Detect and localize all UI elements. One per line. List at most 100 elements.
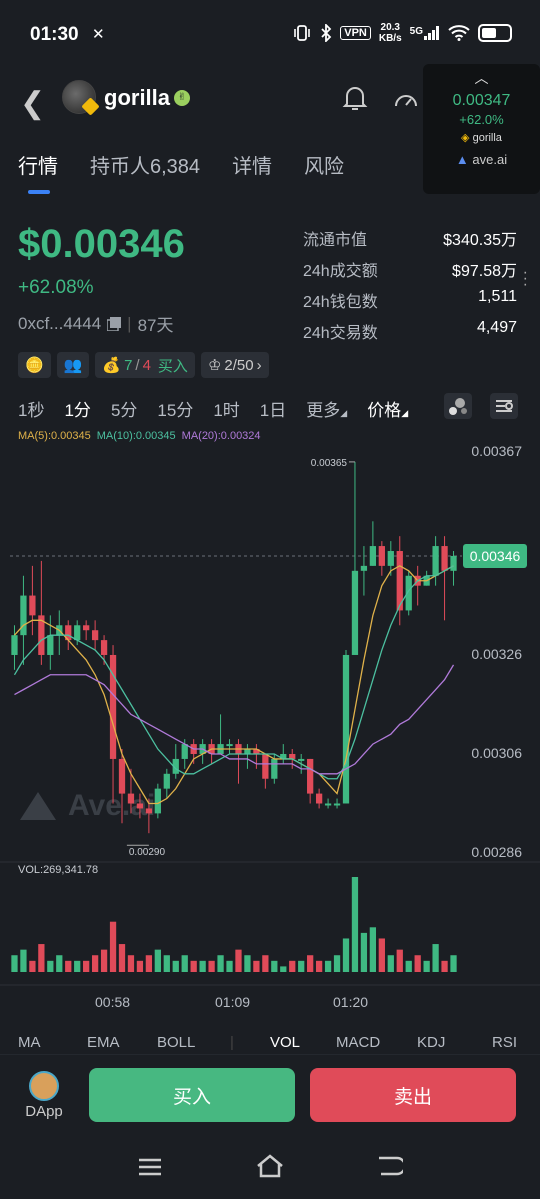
caret-icon: ◢ (340, 408, 348, 418)
candle-body (163, 773, 170, 789)
status-bar: 01:30 ✕ VPN 20.3 KB/s 5G (0, 0, 540, 70)
vpn-badge: VPN (340, 26, 371, 40)
candle-body (351, 570, 359, 655)
volume-bar (163, 955, 170, 972)
candle-body (333, 803, 341, 806)
ma10-line (13, 565, 454, 780)
indicator-ma[interactable]: MA (18, 1034, 41, 1051)
candle-body (244, 749, 251, 754)
y-axis-tick: 0.00326 (471, 646, 522, 662)
signal-5g-icon: 5G (410, 26, 440, 40)
sell-button[interactable]: 卖出 (310, 1068, 516, 1122)
candle-body (145, 808, 153, 814)
token-avatar (62, 80, 100, 116)
contract-address-row: 0xcf...4444 | 87天 (18, 311, 174, 336)
coins-badge[interactable]: 🪙 (18, 352, 51, 378)
collapse-chevron-icon[interactable]: ︿ (423, 68, 540, 88)
dapp-button[interactable]: DApp (20, 1067, 68, 1120)
volume-bar (56, 955, 63, 972)
copy-icon[interactable] (107, 316, 122, 331)
market-stats: 流通市值 $340.35万 24h成交额 $97.58万 24h钱包数 1,511 2… (303, 226, 517, 350)
volume-bar (83, 960, 90, 972)
menu-icon[interactable] (138, 1157, 162, 1177)
indicator-macd[interactable]: MACD (336, 1034, 380, 1051)
volume-bar (127, 955, 135, 972)
wifi-icon (448, 25, 470, 41)
candle-body (387, 551, 394, 566)
candle-body (20, 595, 27, 636)
buy-button[interactable]: 买入 (89, 1068, 295, 1122)
current-price: $0.00346 (18, 222, 185, 266)
chart-settings-button[interactable] (490, 393, 518, 419)
indicator-toggle-button[interactable] (444, 393, 472, 419)
stat-row: 24h交易数 4,497 (303, 319, 517, 342)
money-bag-icon: 💰 (102, 357, 122, 374)
interval-15m[interactable]: 15分 (157, 396, 193, 421)
interval-1s[interactable]: 1秒 (18, 396, 44, 421)
candle-body (118, 758, 126, 794)
peace-hand-icon: ✌ (174, 90, 190, 106)
volume-bar (172, 960, 179, 972)
users-badge[interactable]: 👥 (56, 352, 90, 378)
volume-bar (181, 955, 188, 972)
back-arrow-icon[interactable]: ❮ (20, 86, 45, 121)
volume-bar (244, 955, 251, 972)
time-tick: 01:20 (333, 994, 369, 1010)
candle-body (11, 635, 18, 655)
volume-bar (387, 955, 394, 972)
candle-body (262, 753, 269, 779)
volume-bar (74, 960, 81, 972)
watermark-logo-icon (20, 792, 56, 820)
money-bag-badge[interactable]: 💰 7/4 买入 (95, 352, 195, 378)
interval-1d[interactable]: 1日 (260, 396, 286, 421)
gauge-icon[interactable] (392, 86, 420, 114)
more-intervals-dropdown[interactable]: 更多◢ (306, 396, 347, 421)
home-icon[interactable] (256, 1154, 284, 1178)
volume-bar (271, 960, 278, 972)
tab-market[interactable]: 行情 (18, 150, 58, 179)
crown-badge[interactable]: ♔ 2/50 › (200, 352, 269, 378)
indicator-ema[interactable]: EMA (87, 1034, 120, 1051)
bnb-small-icon: ◈ (461, 132, 470, 144)
y-axis-tick: 0.00306 (471, 745, 522, 761)
indicator-kdj[interactable]: KDJ (417, 1034, 445, 1051)
volume-bar (378, 938, 385, 972)
indicator-rsi[interactable]: RSI (492, 1034, 517, 1051)
tab-risk[interactable]: 风险 (304, 150, 344, 179)
status-time: 01:30 (30, 24, 79, 45)
price-overlay-widget[interactable]: ︿ 0.00347 +62.0% ◈ gorilla ▲ ave.ai (423, 64, 540, 194)
ma20-line (14, 664, 455, 775)
bell-icon[interactable] (342, 84, 368, 112)
y-axis-tick: 0.00286 (471, 844, 522, 860)
stat-row: 24h成交额 $97.58万 (303, 263, 517, 280)
candle-body (307, 758, 314, 794)
settings-sliders-icon (496, 400, 513, 412)
volume-bar (91, 955, 99, 972)
volume-bar (20, 949, 27, 972)
candle-body (100, 640, 108, 655)
back-nav-icon[interactable] (377, 1155, 403, 1177)
caret-icon: ◢ (401, 408, 409, 418)
dots-icon (449, 398, 467, 415)
price-mode-dropdown[interactable]: 价格◢ (367, 396, 408, 421)
volume-bar (136, 960, 144, 972)
overlay-price: 0.00347 (452, 92, 511, 109)
candlestick-chart[interactable]: 0.003670.003260.003060.00286Ave.ai0.0036… (0, 440, 540, 990)
current-price-tag-text: 0.00346 (470, 548, 521, 564)
battery-icon (478, 24, 512, 42)
more-vertical-icon[interactable]: · · · (523, 265, 528, 293)
candle-body (136, 803, 144, 809)
tab-details[interactable]: 详情 (232, 150, 272, 179)
candle-body (360, 565, 368, 571)
indicator-boll[interactable]: BOLL (157, 1034, 195, 1051)
volume-bar (289, 960, 296, 972)
interval-5m[interactable]: 5分 (111, 396, 137, 421)
interval-1h[interactable]: 1时 (213, 396, 239, 421)
volume-bar (333, 955, 341, 972)
interval-1m[interactable]: 1分 (64, 396, 90, 421)
net-speed: 20.3 KB/s (378, 22, 402, 44)
indicator-vol[interactable]: VOL (270, 1034, 300, 1051)
trade-action-bar: DApp 买入 卖出 (0, 1054, 540, 1134)
candle-body (127, 793, 135, 804)
tab-holders[interactable]: 持币人6,384 (90, 150, 200, 179)
